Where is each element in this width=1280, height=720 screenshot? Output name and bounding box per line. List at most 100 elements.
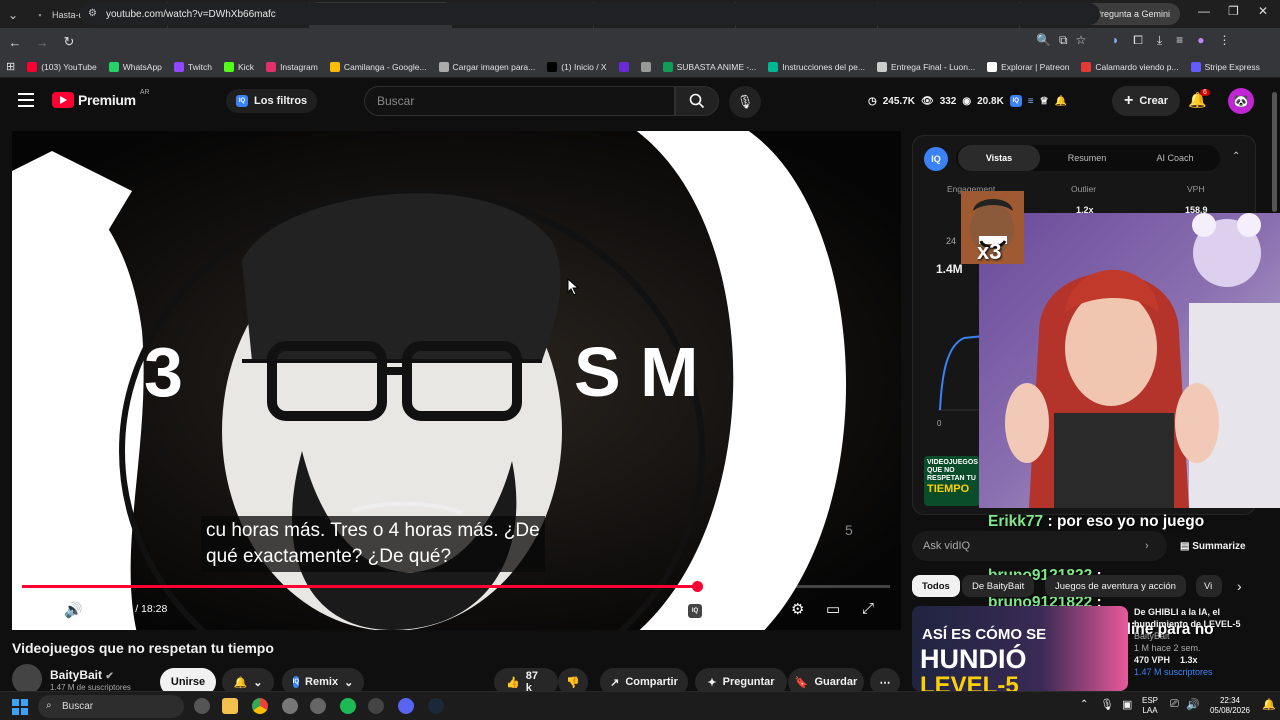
network-icon[interactable]: ⎚ (1170, 698, 1179, 711)
discord-icon[interactable] (398, 698, 414, 714)
bookmark-item[interactable]: Stripe Express (1190, 61, 1260, 72)
extension-a-icon[interactable]: ◗ (1112, 33, 1119, 48)
maximize-icon[interactable]: ❐ (1228, 4, 1239, 18)
chip-all[interactable]: Todos (912, 575, 960, 597)
bookmark-item[interactable]: Instrucciones del pe... (768, 61, 865, 72)
settings-gear-icon[interactable]: ⚙ (791, 600, 804, 618)
trophy-icon[interactable]: ♕ (1040, 96, 1049, 107)
taskview-icon[interactable] (194, 698, 210, 714)
site-info-icon[interactable]: ⚙ (88, 8, 97, 19)
chrome-icon[interactable] (252, 698, 268, 714)
chip-all-label: Todos (922, 580, 950, 592)
back-icon[interactable]: ← (3, 30, 27, 54)
bookmark-item[interactable]: Calamardo viendo p... (1081, 61, 1179, 72)
extensions-icon[interactable]: ⧠ (1133, 33, 1143, 48)
bookmark-label: WhatsApp (122, 61, 162, 72)
bookmark-item[interactable] (618, 61, 629, 72)
voice-search-button[interactable]: 🎙 (729, 86, 761, 118)
reload-icon[interactable]: ↻ (57, 30, 81, 54)
fullscreen-icon[interactable]: ⤢ (862, 600, 874, 617)
search-input[interactable]: Buscar (364, 86, 675, 116)
profile-icon[interactable]: ● (1197, 33, 1204, 48)
minimize-icon[interactable]: — (1198, 4, 1210, 18)
vidiq-icon[interactable]: IQ (1009, 95, 1022, 107)
captions-icon[interactable]: ▭ (757, 601, 771, 619)
spotify-icon[interactable] (340, 698, 356, 714)
bookmark-item[interactable]: WhatsApp (108, 61, 162, 72)
chip-adventure[interactable]: Juegos de aventura y acción (1045, 575, 1186, 597)
app-settings-icon[interactable] (310, 698, 326, 714)
filters-button[interactable]: IQ Los filtros (226, 89, 318, 113)
account-avatar[interactable]: 🐼 (1228, 88, 1254, 114)
related-video-thumbnail[interactable]: ASÍ ES CÓMO SE HUNDIÓ LEVEL-5 (912, 606, 1128, 691)
bookmark-item[interactable]: SUBASTA ANIME -... (662, 61, 756, 72)
youtube-logo[interactable]: Premium AR (52, 89, 150, 108)
bookmark-item[interactable]: Explorar | Patreon (987, 61, 1070, 72)
file-explorer-icon[interactable] (222, 698, 238, 714)
tab-search-icon[interactable]: ⌄ (0, 2, 26, 28)
chevron-right-icon[interactable]: › (1145, 540, 1149, 552)
tray-mic-icon[interactable]: 🎙 (1100, 698, 1114, 711)
related-thumbnail-small[interactable]: VIDEOJUEGOS QUE NO RESPETAN TU TIEMPO (924, 456, 980, 506)
download-icon[interactable]: ⤓ (1157, 33, 1162, 48)
apps-grid-icon[interactable]: ⊞ (6, 60, 15, 73)
menu-hamburger-icon[interactable] (18, 93, 34, 111)
close-window-icon[interactable]: ✕ (1258, 4, 1268, 18)
summarize-button[interactable]: ▤ Summarize (1180, 541, 1246, 552)
tray-chevron-icon[interactable]: ⌃ (1080, 699, 1088, 710)
bookmark-item[interactable]: Kick (224, 61, 254, 72)
steam-icon[interactable] (428, 698, 444, 714)
bookmark-item[interactable]: Cargar imagen para... (438, 61, 535, 72)
stat-views: 245.7K (882, 95, 915, 107)
channel-name[interactable]: BaityBait ✔ (50, 668, 114, 682)
menu-dots-icon[interactable]: ⋮ (1218, 33, 1230, 48)
volume-icon[interactable]: 🔊 (64, 601, 83, 619)
bookmark-item[interactable]: Camilanga - Google... (329, 61, 427, 72)
theater-mode-icon[interactable]: ▭ (826, 600, 840, 618)
create-button[interactable]: + Crear (1112, 86, 1181, 116)
app-gear-icon[interactable] (282, 698, 298, 714)
list-icon[interactable]: ≡ (1028, 96, 1034, 107)
clock[interactable]: 22:34 05/08/2026 (1206, 696, 1254, 716)
page-scrollbar[interactable] (1272, 92, 1277, 212)
bookmark-item[interactable]: (1) Inicio / X (547, 61, 607, 72)
bookmark-item[interactable]: Twitch (173, 61, 212, 72)
zoom-icon[interactable]: 🔍 (1036, 33, 1051, 48)
windows-start-icon[interactable] (12, 699, 28, 715)
bookmark-item[interactable]: Entrega Final - Luon... (876, 61, 975, 72)
media-icon[interactable]: ≡ (1176, 33, 1183, 48)
eye-icon: ◉ (962, 95, 972, 107)
bookmark-label: Explorar | Patreon (1001, 61, 1070, 72)
input-language[interactable]: ESP LAA (1142, 696, 1158, 716)
tray-app-icon[interactable]: ▣ (1122, 698, 1132, 711)
chips-next-icon[interactable]: › (1237, 578, 1242, 594)
related-badges: 470 VPH 1.3x (1134, 654, 1254, 666)
search-button[interactable] (675, 86, 719, 116)
vidiq-player-icon[interactable]: IQ (688, 604, 702, 618)
ask-vidiq-input[interactable]: Ask vidIQ (912, 531, 1167, 561)
autoplay-toggle[interactable]: ⏺ (719, 600, 728, 620)
forward-icon[interactable]: → (30, 30, 54, 54)
bookmark-item[interactable]: (103) YouTube (27, 61, 97, 72)
chip-more[interactable]: Vi (1196, 575, 1222, 597)
bookmark-item[interactable] (640, 61, 651, 72)
bookmark-star-icon[interactable]: ☆ (1076, 33, 1087, 48)
obs-icon[interactable] (368, 698, 384, 714)
cast-icon[interactable]: ⧉ (1059, 33, 1068, 48)
tab-views[interactable]: Vistas (958, 145, 1040, 171)
related-video-info[interactable]: De GHIBLI a la IA, el hundimiento de LEV… (1134, 606, 1254, 678)
play-icon[interactable]: ▶ (28, 601, 40, 619)
toolbar-icons: ◗ ⧠ ⤓ ≡ ● ⋮ (1112, 33, 1230, 48)
taskbar-search[interactable]: ⌕ Buscar (38, 695, 184, 718)
channel-avatar[interactable] (12, 664, 42, 694)
tab-summary[interactable]: Resumen (1046, 145, 1128, 171)
volume-tray-icon[interactable]: 🔊 (1186, 698, 1200, 711)
bookmark-item[interactable]: Instagram (266, 61, 318, 72)
url-bar[interactable]: ⚙ youtube.com/watch?v=DWhXb66mafc (80, 3, 1100, 25)
tab-ai-coach[interactable]: AI Coach (1134, 145, 1216, 171)
tab-ai-coach-label: AI Coach (1156, 153, 1194, 163)
collapse-chevron-icon[interactable]: ⌃ (1232, 151, 1240, 162)
notification-center-icon[interactable]: 🔔 (1262, 698, 1276, 711)
alert-icon[interactable]: 🔔 (1055, 96, 1067, 107)
chip-from-channel[interactable]: De BaityBait (962, 575, 1035, 597)
